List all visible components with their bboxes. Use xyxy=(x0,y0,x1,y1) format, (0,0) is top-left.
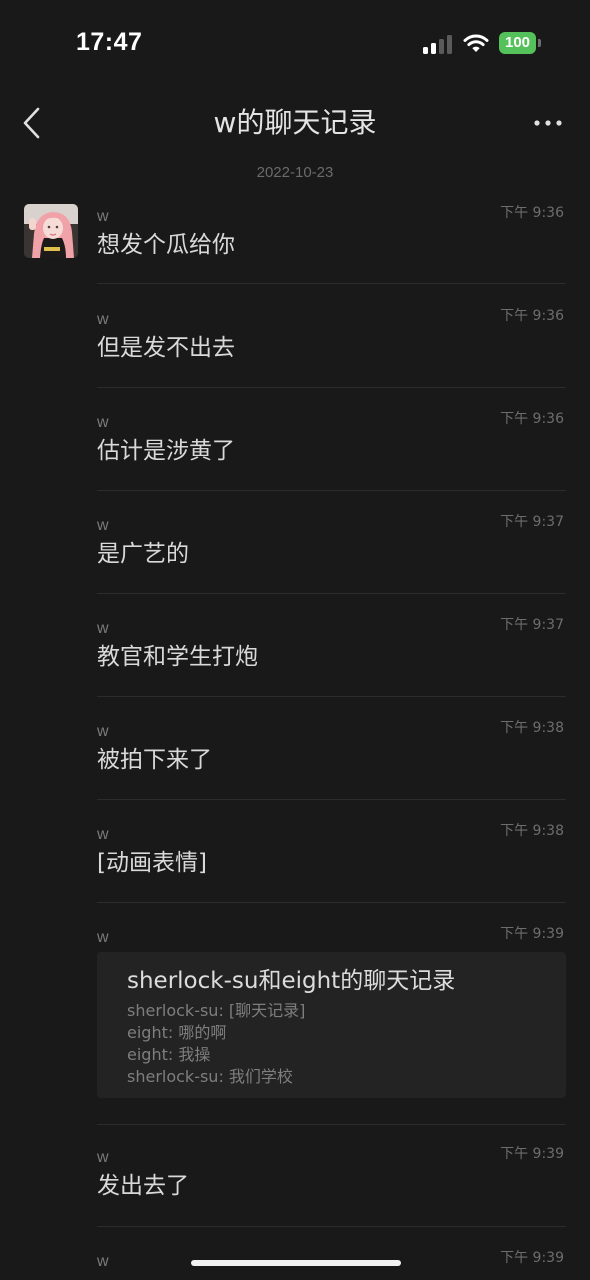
message-time: 下午 9:39 xyxy=(500,926,564,942)
sender-name: w xyxy=(97,620,109,637)
sender-name: w xyxy=(97,414,109,431)
record-title: sherlock-su和eight的聊天记录 xyxy=(127,968,456,994)
sender-name: w xyxy=(97,1253,109,1270)
sender-name: w xyxy=(97,826,109,843)
message-text: 但是发不出去 xyxy=(97,335,235,361)
divider xyxy=(97,1124,566,1125)
message-text: 想发个瓜给你 xyxy=(97,232,235,258)
chat-record-card[interactable]: sherlock-su和eight的聊天记录 sherlock-su: [聊天记… xyxy=(97,952,566,1098)
message-time: 下午 9:39 xyxy=(500,1250,564,1266)
chat-history-screen: 17:47 100 w的聊天记录 2022-10-23 w 下午 9:36 想发… xyxy=(0,0,590,1280)
divider xyxy=(97,696,566,697)
home-indicator[interactable] xyxy=(191,1260,401,1266)
message-list: w 下午 9:36 想发个瓜给你 w 下午 9:36 但是发不出去 w 下午 9… xyxy=(0,0,590,1280)
sender-name: w xyxy=(97,929,109,946)
sender-name: w xyxy=(97,1149,109,1166)
message-time: 下午 9:38 xyxy=(500,823,564,839)
message-text: 教官和学生打炮 xyxy=(97,644,258,670)
divider xyxy=(97,387,566,388)
message-time: 下午 9:37 xyxy=(500,514,564,530)
divider xyxy=(97,490,566,491)
message-time: 下午 9:39 xyxy=(500,1146,564,1162)
message-time: 下午 9:36 xyxy=(500,411,564,427)
record-line: eight: 我操 xyxy=(127,1045,211,1064)
message-text: 估计是涉黄了 xyxy=(97,438,235,464)
divider xyxy=(97,283,566,284)
message-time: 下午 9:38 xyxy=(500,720,564,736)
sender-name: w xyxy=(97,723,109,740)
sender-name: w xyxy=(97,517,109,534)
record-line: sherlock-su: [聊天记录] xyxy=(127,1001,306,1020)
divider xyxy=(97,799,566,800)
message-time: 下午 9:37 xyxy=(500,617,564,633)
divider xyxy=(97,1226,566,1227)
record-line: sherlock-su: 我们学校 xyxy=(127,1067,293,1086)
sender-name: w xyxy=(97,208,109,225)
message-time: 下午 9:36 xyxy=(500,205,564,221)
message-time: 下午 9:36 xyxy=(500,308,564,324)
divider xyxy=(97,902,566,903)
record-line: eight: 哪的啊 xyxy=(127,1023,227,1042)
sender-name: w xyxy=(97,311,109,328)
message-text: 是广艺的 xyxy=(97,541,189,567)
message-text: [动画表情] xyxy=(97,850,207,876)
divider xyxy=(97,593,566,594)
message-text: 被拍下来了 xyxy=(97,747,212,773)
message-text: 发出去了 xyxy=(97,1173,189,1199)
